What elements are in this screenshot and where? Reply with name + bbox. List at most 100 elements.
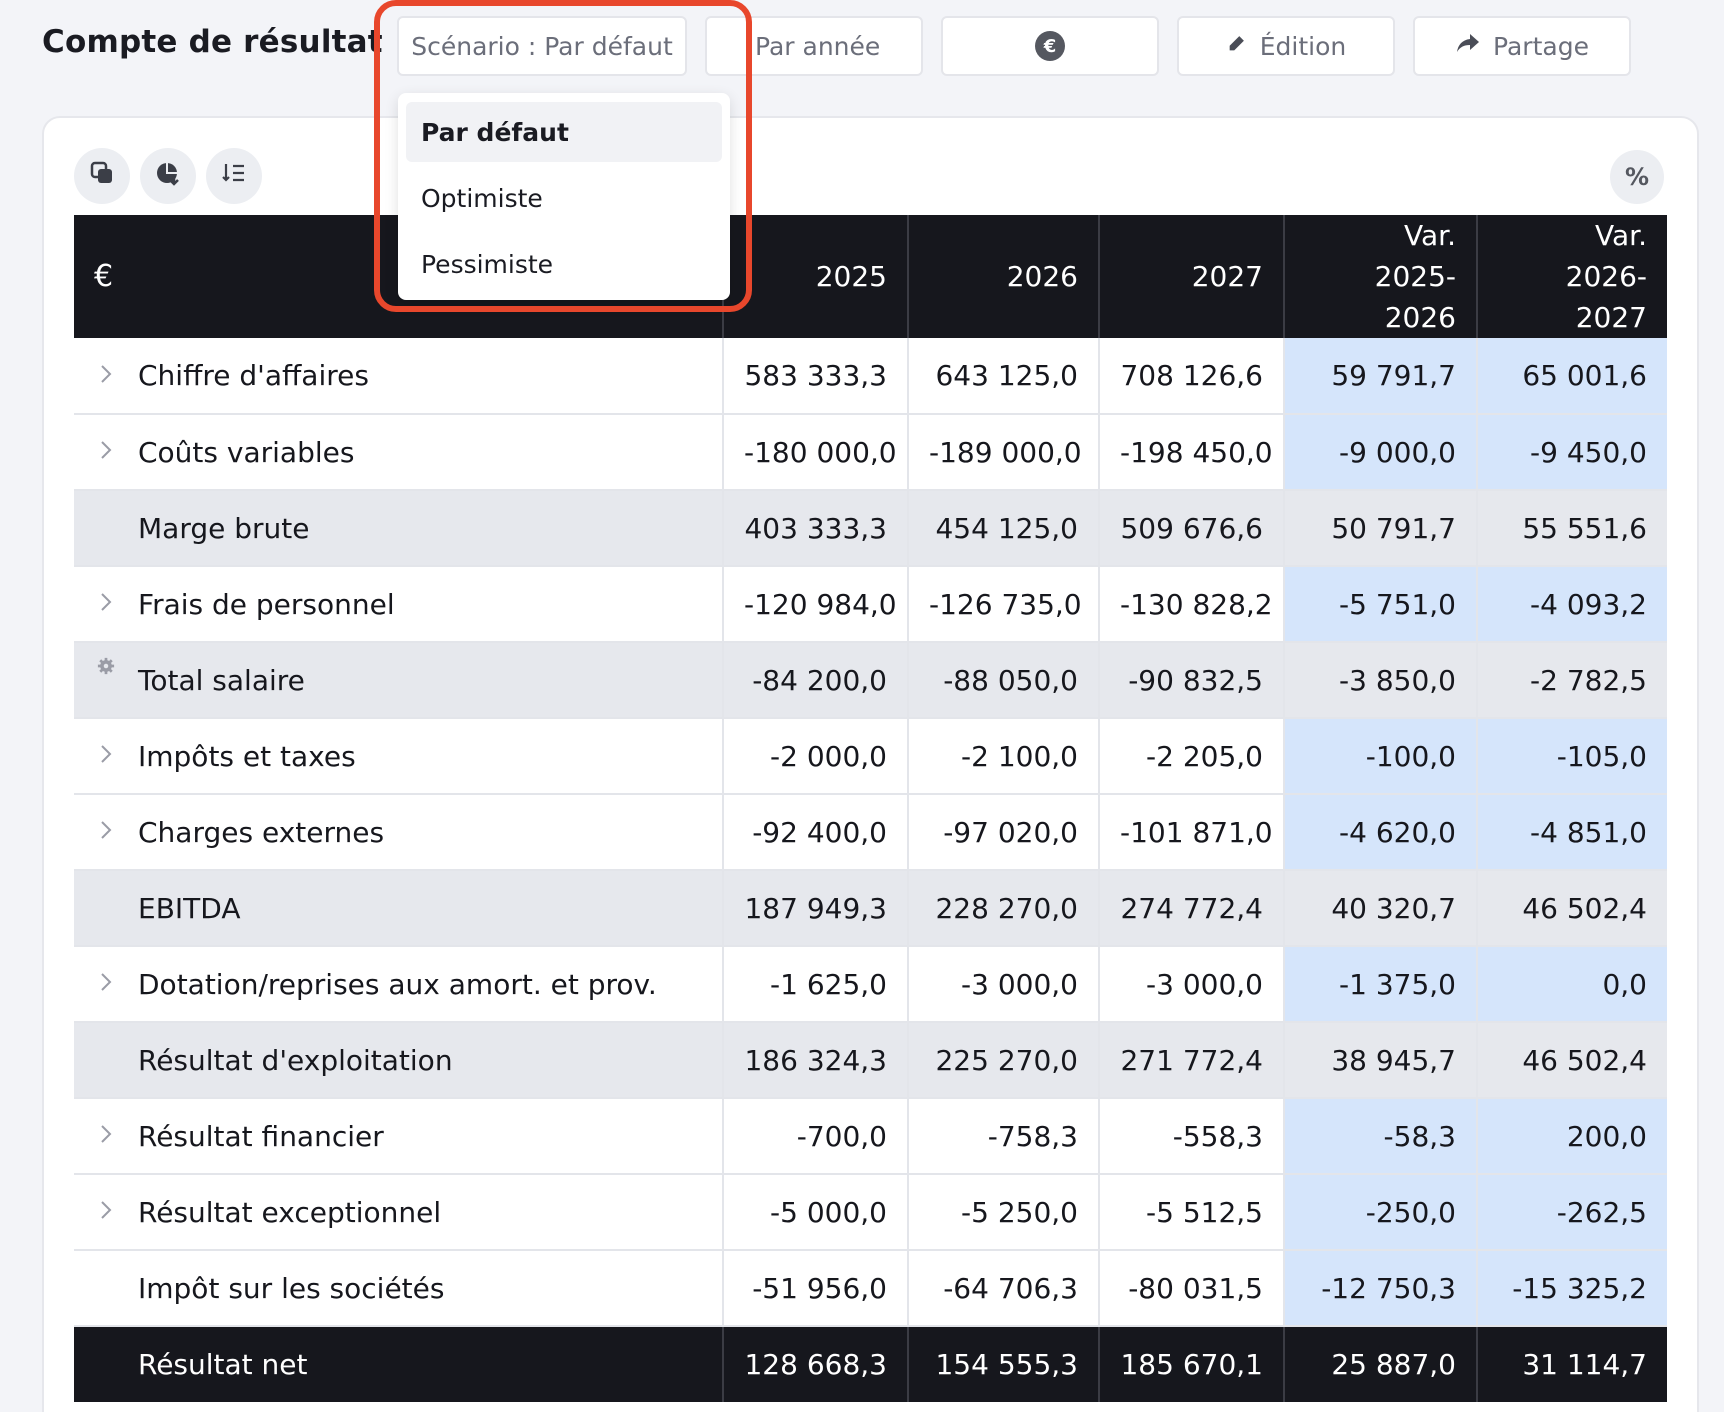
value-cell: 454 125,0 xyxy=(908,490,1100,567)
column-header: 2026 xyxy=(908,215,1100,338)
variation-cell: -262,5 xyxy=(1477,1174,1667,1251)
value-cell: -5 000,0 xyxy=(723,1174,909,1251)
row-label: Total salaire xyxy=(138,663,305,697)
value-cell: -130 828,2 xyxy=(1099,566,1285,643)
table-row[interactable]: Dotation/reprises aux amort. et prov. -1 … xyxy=(74,946,1667,1023)
variation-cell: -9 000,0 xyxy=(1284,414,1478,491)
table-row[interactable]: Résultat exceptionnel -5 000,0 -5 250,0 -5 … xyxy=(74,1174,1667,1251)
variation-cell: 25 887,0 xyxy=(1284,1326,1478,1402)
period-dropdown[interactable]: Par année xyxy=(705,16,923,76)
chevron-right-icon[interactable] xyxy=(74,362,138,390)
variation-cell: 46 502,4 xyxy=(1477,1022,1667,1099)
variation-cell: 46 502,4 xyxy=(1477,870,1667,947)
chevron-right-icon[interactable] xyxy=(74,970,138,998)
row-label-cell: Frais de personnel xyxy=(74,566,724,643)
row-label: Chiffre d'affaires xyxy=(138,359,369,392)
value-cell: -64 706,3 xyxy=(908,1250,1100,1327)
pencil-icon xyxy=(1226,32,1248,60)
sort-button[interactable] xyxy=(206,148,262,204)
gear-icon[interactable] xyxy=(74,656,138,680)
scenario-dropdown[interactable]: Scénario : Par défaut xyxy=(397,16,687,76)
value-cell: 643 125,0 xyxy=(908,338,1100,415)
chevron-right-icon[interactable] xyxy=(74,590,138,618)
value-cell: -80 031,5 xyxy=(1099,1250,1285,1327)
column-header: 2025 xyxy=(723,215,909,338)
chevron-right-icon[interactable] xyxy=(74,438,138,466)
variation-cell: -2 782,5 xyxy=(1477,642,1667,719)
row-label-cell: Marge brute xyxy=(74,490,724,567)
value-cell: -189 000,0 xyxy=(908,414,1100,491)
table-row[interactable]: Impôts et taxes -2 000,0 -2 100,0 -2 205,0-… xyxy=(74,718,1667,795)
row-label-cell: Résultat net xyxy=(74,1326,724,1402)
row-label-cell: Impôt sur les sociétés xyxy=(74,1250,724,1327)
value-cell: -120 984,0 xyxy=(723,566,909,643)
variation-cell: 31 114,7 xyxy=(1477,1326,1667,1402)
income-statement-table: €2025 2026 2027 Var. 2025-2026 Var. 2026-202… xyxy=(74,215,1667,1402)
chevron-right-icon[interactable] xyxy=(74,1122,138,1150)
value-cell: 403 333,3 xyxy=(723,490,909,567)
share-arrow-icon xyxy=(1455,32,1481,60)
row-label-cell: Résultat financier xyxy=(74,1098,724,1175)
row-label: Frais de personnel xyxy=(138,587,395,621)
chevron-right-icon[interactable] xyxy=(74,818,138,846)
scenario-option-2[interactable]: Pessimiste xyxy=(406,234,722,294)
total-row: Résultat net 128 668,3 154 555,3 185 670,1 2… xyxy=(74,1326,1667,1402)
period-dropdown-label: Par année xyxy=(755,31,881,61)
table-row[interactable]: Chiffre d'affaires 583 333,3 643 125,0 708 … xyxy=(74,338,1667,415)
variation-cell: -5 751,0 xyxy=(1284,566,1478,643)
row-label: Dotation/reprises aux amort. et prov. xyxy=(138,967,657,1001)
row-label: Résultat d'exploitation xyxy=(138,1043,453,1077)
edit-button[interactable]: Édition xyxy=(1177,16,1395,76)
percent-toggle-button[interactable]: % xyxy=(1610,150,1664,204)
value-cell: -97 020,0 xyxy=(908,794,1100,871)
chart-download-icon xyxy=(154,159,182,193)
variation-cell: -105,0 xyxy=(1477,718,1667,795)
column-header: Var. 2026-2027 xyxy=(1477,215,1667,338)
row-label: Marge brute xyxy=(138,511,310,545)
variation-cell: -15 325,2 xyxy=(1477,1250,1667,1327)
table-row[interactable]: Charges externes -92 400,0 -97 020,0 -101 8… xyxy=(74,794,1667,871)
variation-cell: 59 791,7 xyxy=(1284,338,1478,415)
table-row[interactable]: Frais de personnel -120 984,0 -126 735,0 -1… xyxy=(74,566,1667,643)
value-cell: -126 735,0 xyxy=(908,566,1100,643)
chevron-right-icon[interactable] xyxy=(74,742,138,770)
variation-cell: 50 791,7 xyxy=(1284,490,1478,567)
variation-cell: -100,0 xyxy=(1284,718,1478,795)
value-cell: -2 205,0 xyxy=(1099,718,1285,795)
euro-icon: € xyxy=(1035,31,1065,61)
value-cell: -3 000,0 xyxy=(1099,946,1285,1023)
value-cell: 154 555,3 xyxy=(908,1326,1100,1402)
variation-cell: -4 093,2 xyxy=(1477,566,1667,643)
value-cell: -84 200,0 xyxy=(723,642,909,719)
value-cell: -5 250,0 xyxy=(908,1174,1100,1251)
table-row: Impôt sur les sociétés -51 956,0 -64 706,3… xyxy=(74,1250,1667,1327)
scenario-option-0[interactable]: Par défaut xyxy=(406,102,722,162)
variation-cell: -250,0 xyxy=(1284,1174,1478,1251)
row-label: Résultat net xyxy=(138,1348,308,1381)
variation-cell: -58,3 xyxy=(1284,1098,1478,1175)
share-button[interactable]: Partage xyxy=(1413,16,1631,76)
chevron-right-icon[interactable] xyxy=(74,1198,138,1226)
row-label: EBITDA xyxy=(138,891,241,925)
value-cell: 509 676,6 xyxy=(1099,490,1285,567)
percent-icon: % xyxy=(1624,163,1650,191)
variation-cell: -4 851,0 xyxy=(1477,794,1667,871)
value-cell: -2 100,0 xyxy=(908,718,1100,795)
scenario-dropdown-label: Scénario : Par défaut xyxy=(411,31,673,61)
scenario-option-1[interactable]: Optimiste xyxy=(406,168,722,228)
row-label-cell: Coûts variables xyxy=(74,414,724,491)
currency-dropdown[interactable]: € xyxy=(941,16,1159,76)
value-cell: -88 050,0 xyxy=(908,642,1100,719)
value-cell: 228 270,0 xyxy=(908,870,1100,947)
value-cell: 187 949,3 xyxy=(723,870,909,947)
variation-cell: -4 620,0 xyxy=(1284,794,1478,871)
table-row[interactable]: Résultat financier -700,0 -758,3 -558,3 -58,… xyxy=(74,1098,1667,1175)
row-label: Charges externes xyxy=(138,815,385,849)
sort-list-icon xyxy=(221,160,247,192)
value-cell: -180 000,0 xyxy=(723,414,909,491)
chart-export-button[interactable] xyxy=(140,148,196,204)
value-cell: 185 670,1 xyxy=(1099,1326,1285,1402)
table-row[interactable]: Coûts variables -180 000,0 -189 000,0 -198 … xyxy=(74,414,1667,491)
subtotal-row: Résultat d'exploitation 186 324,3 225 270,… xyxy=(74,1022,1667,1099)
duplicate-button[interactable] xyxy=(74,148,130,204)
